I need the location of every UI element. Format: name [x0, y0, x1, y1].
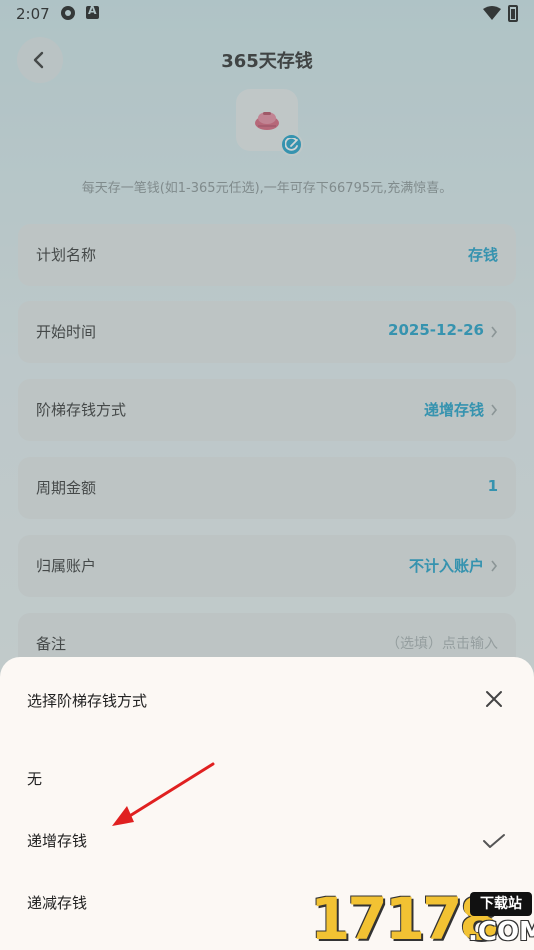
option-increasing[interactable]: 递增存钱 [0, 816, 534, 866]
option-label: 无 [27, 770, 43, 788]
watermark-box: 下载站 [470, 892, 532, 916]
sheet-title: 选择阶梯存钱方式 [27, 692, 148, 710]
check-icon [483, 834, 505, 848]
watermark-suffix: .COM [468, 917, 534, 947]
close-icon[interactable] [484, 689, 504, 709]
option-none[interactable]: 无 [0, 754, 534, 804]
option-label: 递增存钱 [27, 832, 88, 850]
site-watermark: 17178 下载站 .COM [310, 888, 534, 950]
option-label: 递减存钱 [27, 894, 88, 912]
